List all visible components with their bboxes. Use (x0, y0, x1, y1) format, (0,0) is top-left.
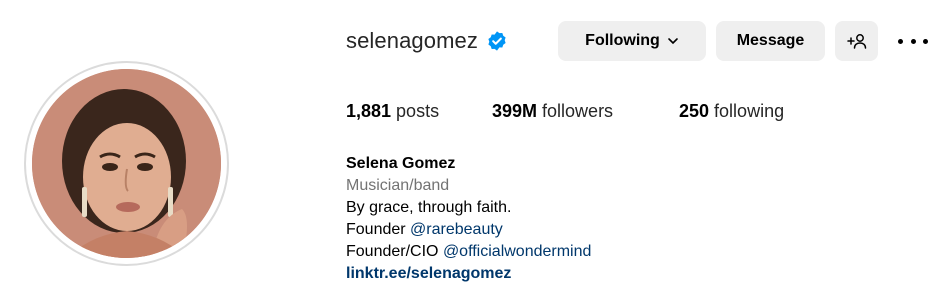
followers-label: followers (537, 101, 614, 121)
bio-text: Founder (346, 221, 411, 238)
profile-bio: Selena Gomez Musician/band By grace, thr… (346, 153, 591, 285)
bio-line-founder-cio: Founder/CIO @officialwondermind (346, 241, 591, 263)
username: selenagomez (346, 28, 478, 53)
dot (923, 38, 928, 44)
category-label: Musician/band (346, 177, 450, 194)
message-button-label: Message (736, 32, 805, 49)
suggested-users-button[interactable] (835, 21, 878, 61)
more-options-icon[interactable] (898, 31, 928, 51)
avatar[interactable] (32, 69, 221, 258)
posts-stat: 1,881 posts (346, 101, 439, 122)
followers-stat[interactable]: 399M followers (492, 101, 613, 122)
add-user-icon (846, 34, 866, 49)
avatar-image (32, 69, 221, 258)
profile-header: selenagomez (346, 20, 508, 62)
mention-link-rarebeauty[interactable]: @rarebeauty (410, 221, 503, 238)
following-stat[interactable]: 250 following (679, 101, 784, 122)
following-label: following (709, 101, 785, 121)
following-button[interactable]: Following (558, 21, 706, 61)
posts-label: posts (391, 101, 440, 121)
followers-count: 399M (492, 101, 538, 121)
display-name: Selena Gomez (346, 155, 456, 172)
bio-text: Founder/CIO (346, 243, 443, 260)
bio-line-founder: Founder @rarebeauty (346, 219, 591, 241)
following-count: 250 (679, 101, 710, 121)
dot (910, 38, 916, 44)
verified-badge-icon (488, 31, 506, 51)
mention-link-officialwondermind[interactable]: @officialwondermind (443, 243, 591, 260)
following-button-label: Following (585, 32, 660, 49)
chevron-down-icon (668, 38, 678, 45)
external-link[interactable]: linktr.ee/selenagomez (346, 263, 591, 285)
dot (898, 38, 903, 44)
posts-count: 1,881 (346, 101, 392, 121)
bio-line: By grace, through faith. (346, 199, 512, 216)
profile-avatar-ring[interactable] (24, 61, 229, 266)
message-button[interactable]: Message (716, 21, 825, 61)
